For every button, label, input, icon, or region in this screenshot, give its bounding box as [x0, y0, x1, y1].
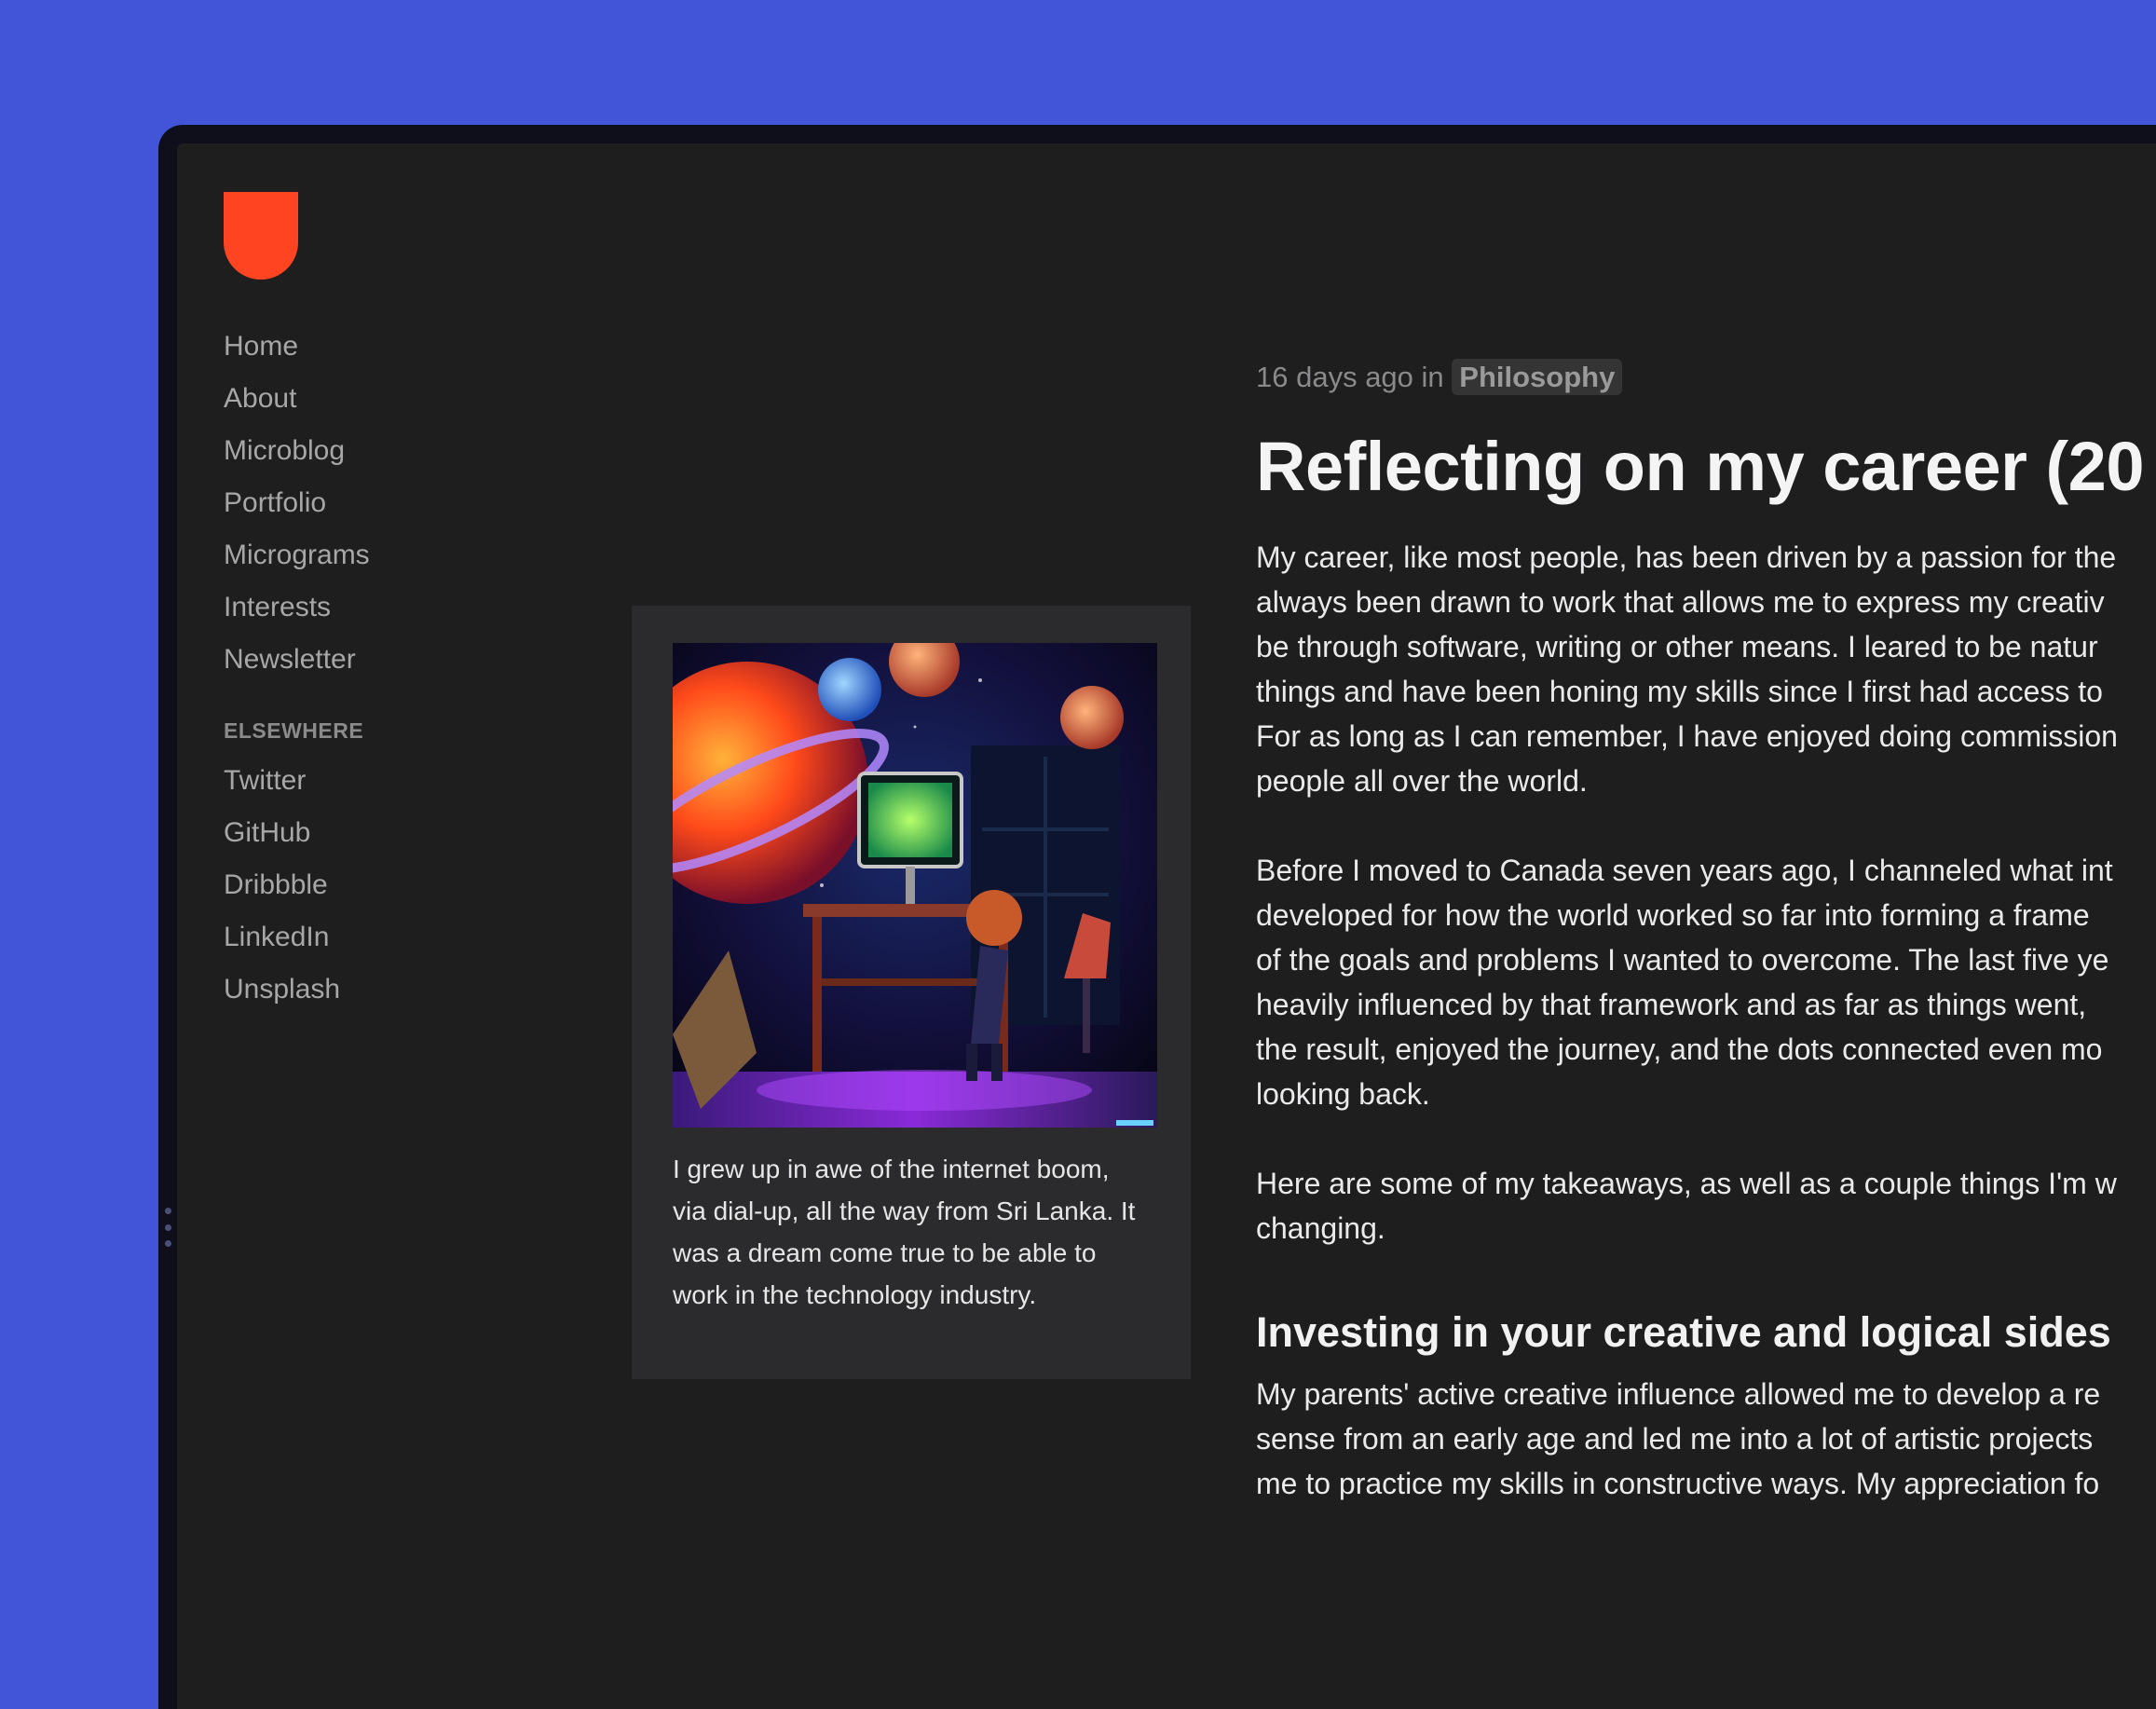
nav-unsplash[interactable]: Unsplash — [224, 964, 370, 1016]
nav-portfolio[interactable]: Portfolio — [224, 477, 370, 529]
shield-logo-icon — [224, 192, 298, 280]
paragraph: My career, like most people, has been dr… — [1256, 540, 2118, 798]
handle-dot — [164, 1240, 171, 1247]
nav-newsletter[interactable]: Newsletter — [224, 634, 370, 686]
nav-twitter[interactable]: Twitter — [224, 755, 370, 807]
nav-dribbble[interactable]: Dribbble — [224, 859, 370, 911]
article-figure: I grew up in awe of the internet boom, v… — [632, 606, 1191, 1379]
nav-microblog[interactable]: Microblog — [224, 425, 370, 477]
nav-github[interactable]: GitHub — [224, 807, 370, 859]
article: 16 days ago in Philosophy Reflecting on … — [1256, 356, 2156, 1506]
post-meta: 16 days ago in Philosophy — [1256, 356, 2156, 399]
illustration-image — [673, 643, 1157, 1128]
handle-dot — [164, 1208, 171, 1214]
nav-linkedin[interactable]: LinkedIn — [224, 911, 370, 964]
post-date: 16 days ago in — [1256, 361, 1444, 393]
elsewhere-heading: ELSEWHERE — [224, 718, 364, 743]
category-tag[interactable]: Philosophy — [1452, 359, 1623, 395]
figure-caption: I grew up in awe of the internet boom, v… — [673, 1155, 1136, 1309]
browser-window: Home About Microblog Portfolio Microgram… — [158, 125, 2156, 1709]
nav-home[interactable]: Home — [224, 321, 370, 373]
paragraph: Before I moved to Canada seven years ago… — [1256, 854, 2113, 1111]
handle-dot — [164, 1224, 171, 1231]
paragraph: My parents' active creative influence al… — [1256, 1377, 2101, 1500]
article-title: Reflecting on my career (20 — [1256, 428, 2144, 505]
site-logo[interactable] — [224, 192, 298, 280]
resize-handle[interactable] — [162, 1208, 173, 1247]
nav-interests[interactable]: Interests — [224, 581, 370, 634]
nav-micrograms[interactable]: Micrograms — [224, 529, 370, 581]
paragraph: Here are some of my takeaways, as well a… — [1256, 1167, 2117, 1245]
section-heading: Investing in your creative and logical s… — [1256, 1308, 2111, 1356]
sidebar-nav: Home About Microblog Portfolio Microgram… — [224, 321, 370, 1016]
nav-about[interactable]: About — [224, 373, 370, 425]
